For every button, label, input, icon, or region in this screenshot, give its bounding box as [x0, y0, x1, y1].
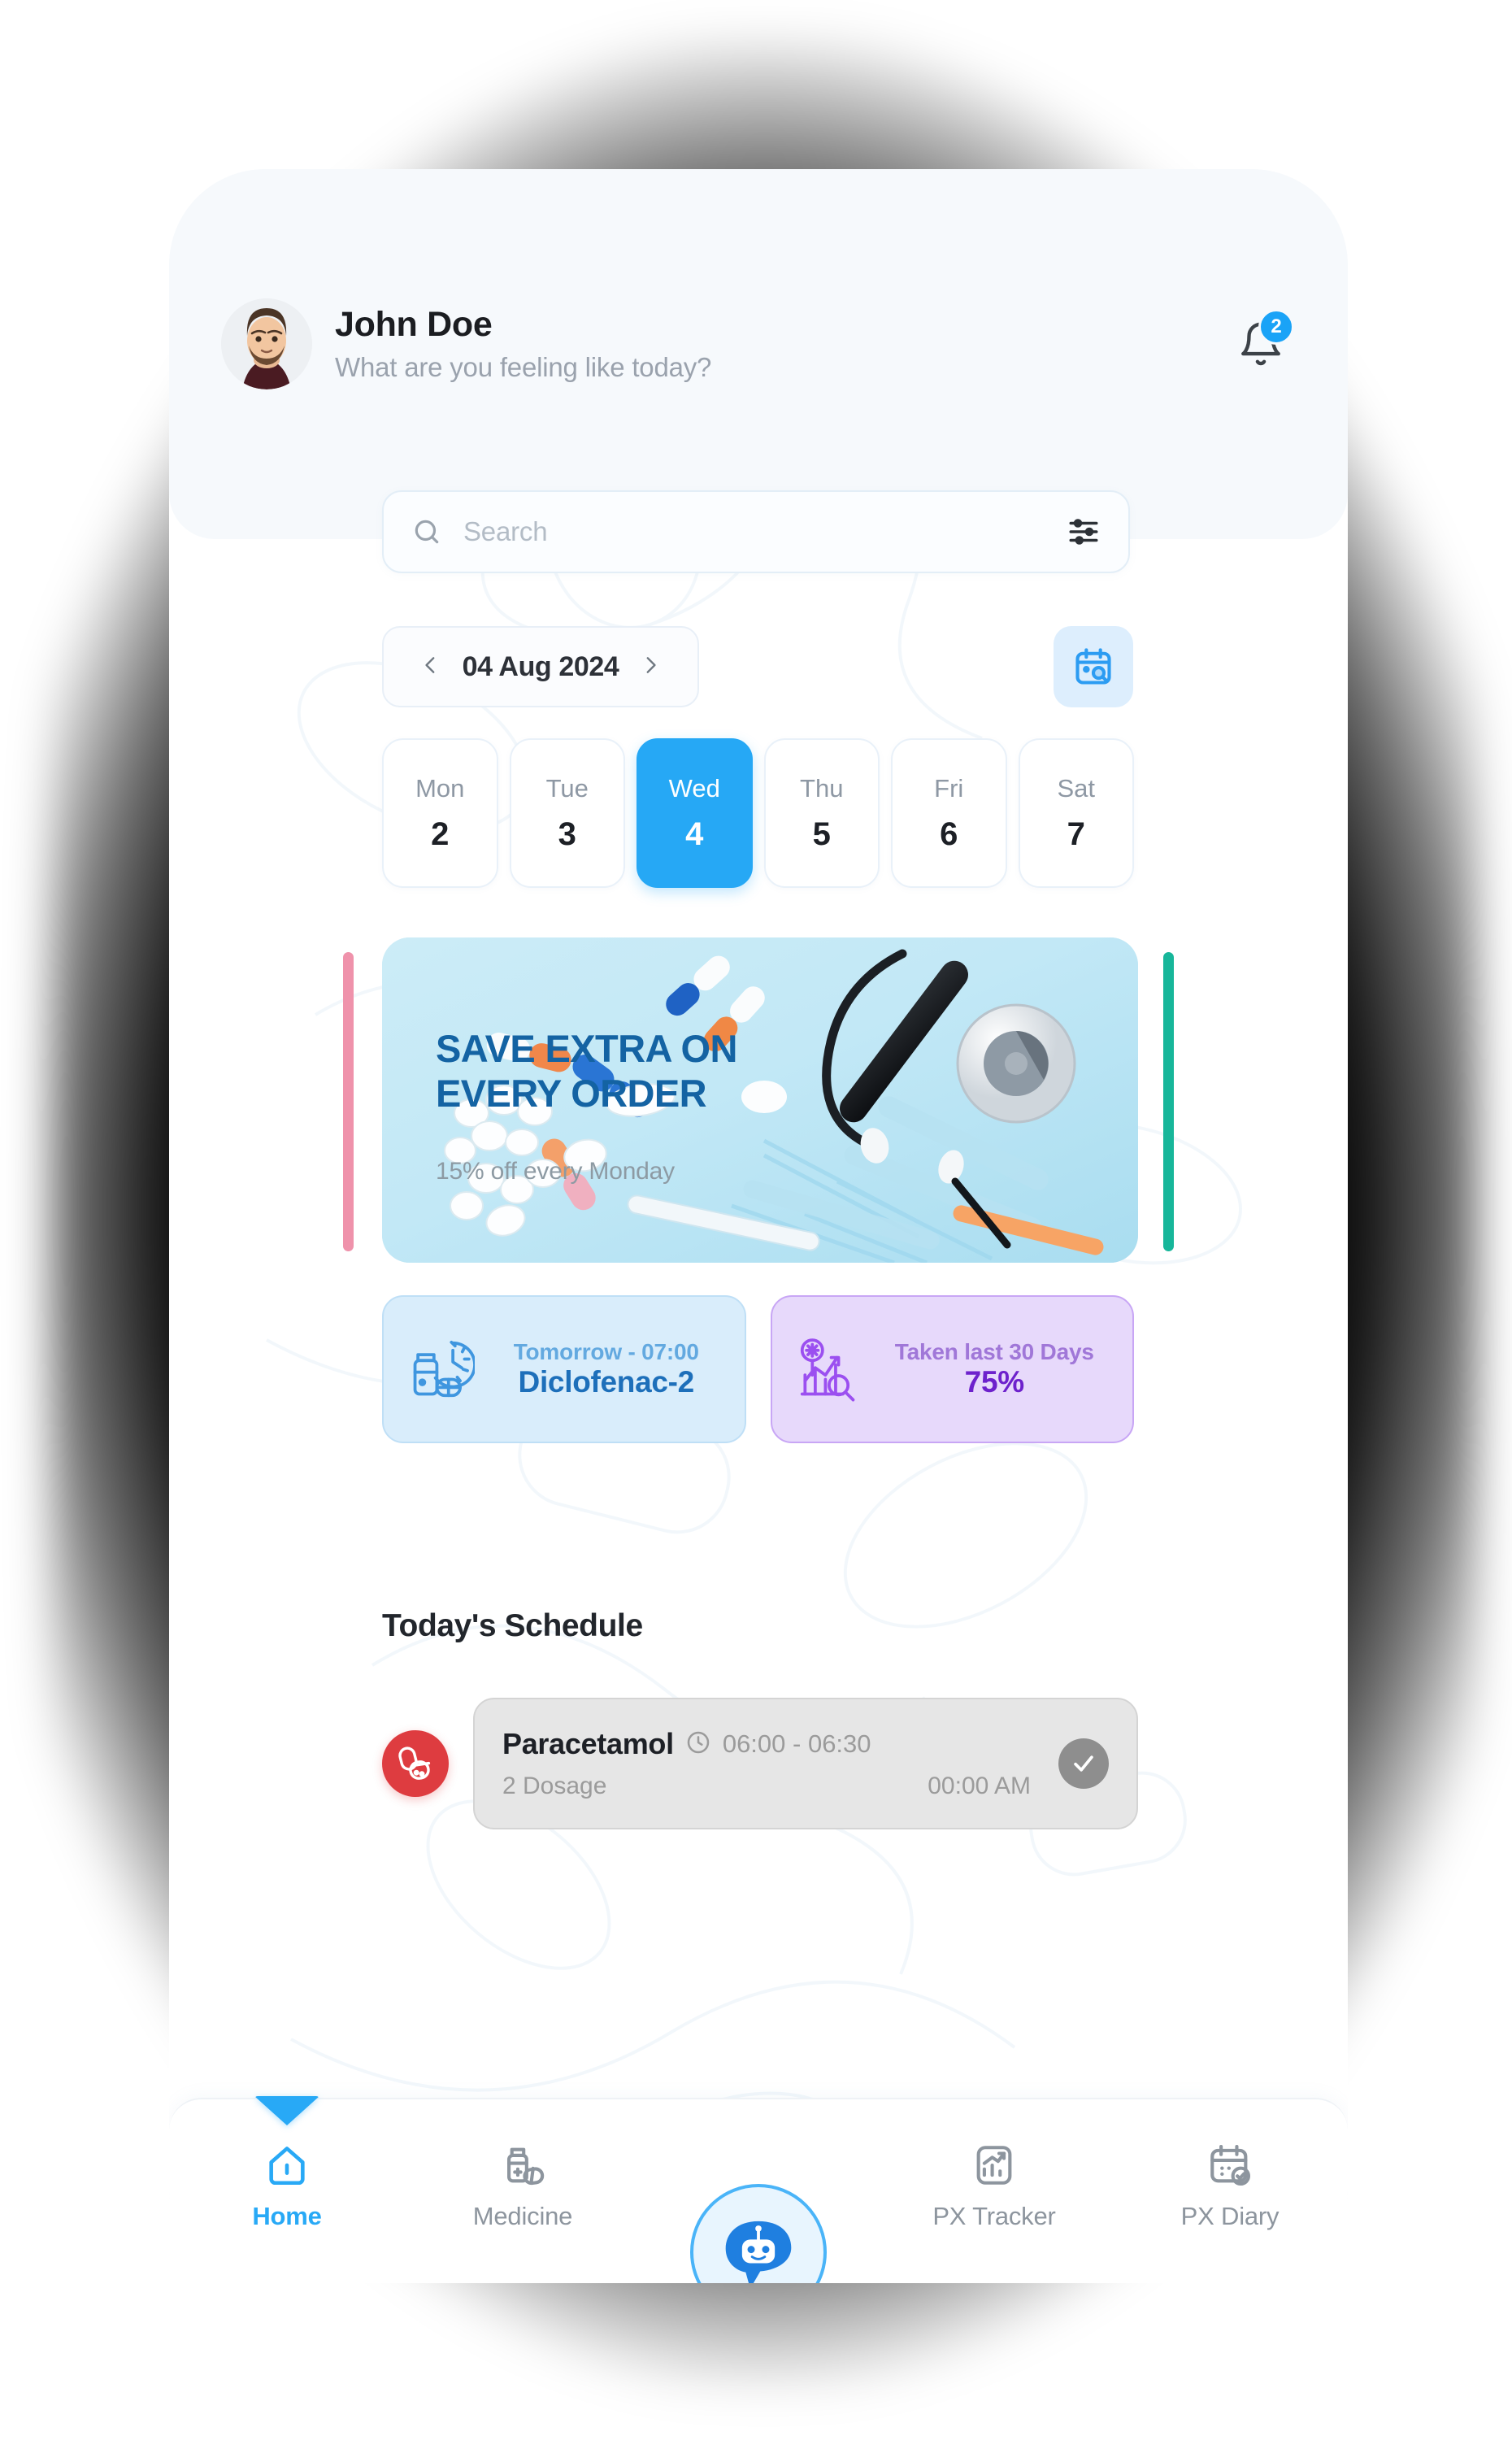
schedule-line-primary: Paracetamol 06:00 - 06:30 [502, 1727, 1039, 1761]
medicine-name: Paracetamol [502, 1727, 674, 1760]
next-dose-card[interactable]: Tomorrow - 07:00 Diclofenac-2 [382, 1295, 746, 1443]
adherence-card[interactable]: Taken last 30 Days 75% [770, 1295, 1134, 1443]
medicine-dosage: 2 Dosage [502, 1773, 607, 1799]
promo-title: SAVE EXTRA ON EVERY ORDER [436, 1027, 737, 1115]
profile-text: John Doe What are you feeling like today… [335, 305, 711, 383]
medicine-bottle-icon [507, 2147, 545, 2186]
header-card: John Doe What are you feeling like today… [169, 169, 1348, 573]
nav-item-px-tracker[interactable]: PX Tracker [876, 2099, 1112, 2283]
adherence-value: 75% [964, 1365, 1024, 1398]
chevron-left-icon [425, 656, 435, 673]
date-navigator[interactable]: 04 Aug 2024 [382, 626, 699, 707]
day-dow: Mon [415, 773, 465, 803]
nav-label-home: Home [252, 2202, 322, 2230]
home-icon [269, 2147, 305, 2186]
nav-label-px-tracker: PX Tracker [932, 2202, 1056, 2230]
day-cell-wed[interactable]: Wed 4 [637, 738, 753, 888]
search-input[interactable]: Search [463, 516, 1067, 547]
adherence-label: Taken last 30 Days [894, 1339, 1094, 1364]
phone-frame: John Doe What are you feeling like today… [169, 169, 1348, 2283]
next-dose-name: Diclofenac-2 [518, 1365, 695, 1398]
screenshot-root: John Doe What are you feeling like today… [0, 0, 1512, 2449]
promo-subtitle: 15% off every Monday [436, 1158, 675, 1185]
carousel-peek-left[interactable] [343, 952, 354, 1251]
promo-carousel[interactable]: SAVE EXTRA ON EVERY ORDER 15% off every … [343, 937, 1174, 1263]
day-strip[interactable]: Mon 2 Tue 3 Wed 4 Thu 5 Fri 6 Sat 7 [382, 738, 1134, 888]
active-tab-indicator [254, 2096, 319, 2125]
user-avatar-photo [221, 298, 312, 389]
nav-item-home[interactable]: Home [169, 2096, 405, 2283]
capsule-pill-icon [382, 1730, 449, 1797]
day-dow: Fri [934, 773, 964, 803]
nav-item-medicine[interactable]: Medicine [405, 2099, 641, 2283]
promo-text: SAVE EXTRA ON EVERY ORDER 15% off every … [436, 1027, 818, 1185]
nav-label-px-diary: PX Diary [1180, 2202, 1280, 2230]
next-dose-time: Tomorrow - 07:00 [513, 1339, 699, 1364]
profile-row[interactable]: John Doe What are you feeling like today… [221, 293, 1296, 395]
day-num: 2 [431, 816, 450, 852]
medicine-time-range: 06:00 - 06:30 [722, 1729, 871, 1758]
schedule-card[interactable]: Paracetamol 06:00 - 06:30 2 Dosage 00:00… [473, 1698, 1138, 1829]
nav-label-medicine: Medicine [472, 2202, 573, 2230]
calendar-search-icon [1075, 648, 1111, 685]
date-next-button[interactable] [640, 651, 661, 683]
day-cell-tue[interactable]: Tue 3 [509, 738, 625, 888]
next-dose-text: Tomorrow - 07:00 Diclofenac-2 [489, 1339, 723, 1399]
search-icon [411, 516, 442, 547]
day-dow: Thu [800, 773, 844, 803]
search-bar[interactable]: Search [382, 490, 1130, 573]
schedule-section-title: Today's Schedule [382, 1608, 643, 1643]
pill-bottle-clock-icon [405, 1334, 475, 1404]
nav-item-px-diary[interactable]: PX Diary [1112, 2099, 1348, 2283]
day-num: 5 [812, 816, 831, 852]
profile-greeting: What are you feeling like today? [335, 352, 712, 383]
date-prev-button[interactable] [420, 651, 441, 683]
schedule-row[interactable]: Paracetamol 06:00 - 06:30 2 Dosage 00:00… [382, 1698, 1138, 1829]
medicine-taken-time: 00:00 AM [928, 1773, 1031, 1799]
adherence-text: Taken last 30 Days 75% [878, 1339, 1112, 1399]
day-num: 6 [940, 816, 958, 852]
day-dow: Wed [668, 773, 720, 803]
day-dow: Sat [1057, 773, 1096, 803]
phone-screen: John Doe What are you feeling like today… [169, 169, 1348, 2283]
notification-button[interactable]: 2 [1226, 309, 1296, 379]
day-cell-mon[interactable]: Mon 2 [382, 738, 498, 888]
bar-chart-magnifier-icon [793, 1334, 863, 1404]
day-num: 7 [1067, 816, 1085, 852]
calendar-search-button[interactable] [1054, 626, 1133, 707]
chevron-right-icon [646, 656, 656, 673]
day-num: 3 [558, 816, 576, 852]
tracker-chart-icon [976, 2146, 1012, 2185]
day-cell-thu[interactable]: Thu 5 [763, 738, 880, 888]
chatbot-robot-icon [725, 2221, 792, 2283]
date-label: 04 Aug 2024 [462, 650, 619, 682]
day-num: 4 [685, 816, 704, 852]
profile-name: John Doe [335, 304, 493, 344]
day-dow: Tue [545, 773, 589, 803]
schedule-card-content: Paracetamol 06:00 - 06:30 2 Dosage 00:00… [502, 1727, 1039, 1800]
filter-sliders-icon[interactable] [1067, 515, 1101, 549]
check-circle-icon[interactable] [1058, 1738, 1109, 1789]
avatar[interactable] [221, 298, 312, 389]
schedule-line-secondary: 2 Dosage 00:00 AM [502, 1773, 1039, 1800]
day-cell-fri[interactable]: Fri 6 [891, 738, 1007, 888]
clock-icon [685, 1729, 711, 1760]
calendar-check-icon [1210, 2144, 1251, 2186]
carousel-peek-right[interactable] [1163, 952, 1174, 1251]
stat-cards-row: Tomorrow - 07:00 Diclofenac-2 Taken last… [382, 1295, 1134, 1443]
promo-banner[interactable]: SAVE EXTRA ON EVERY ORDER 15% off every … [382, 937, 1138, 1263]
notification-badge: 2 [1258, 309, 1294, 345]
day-cell-sat[interactable]: Sat 7 [1018, 738, 1134, 888]
